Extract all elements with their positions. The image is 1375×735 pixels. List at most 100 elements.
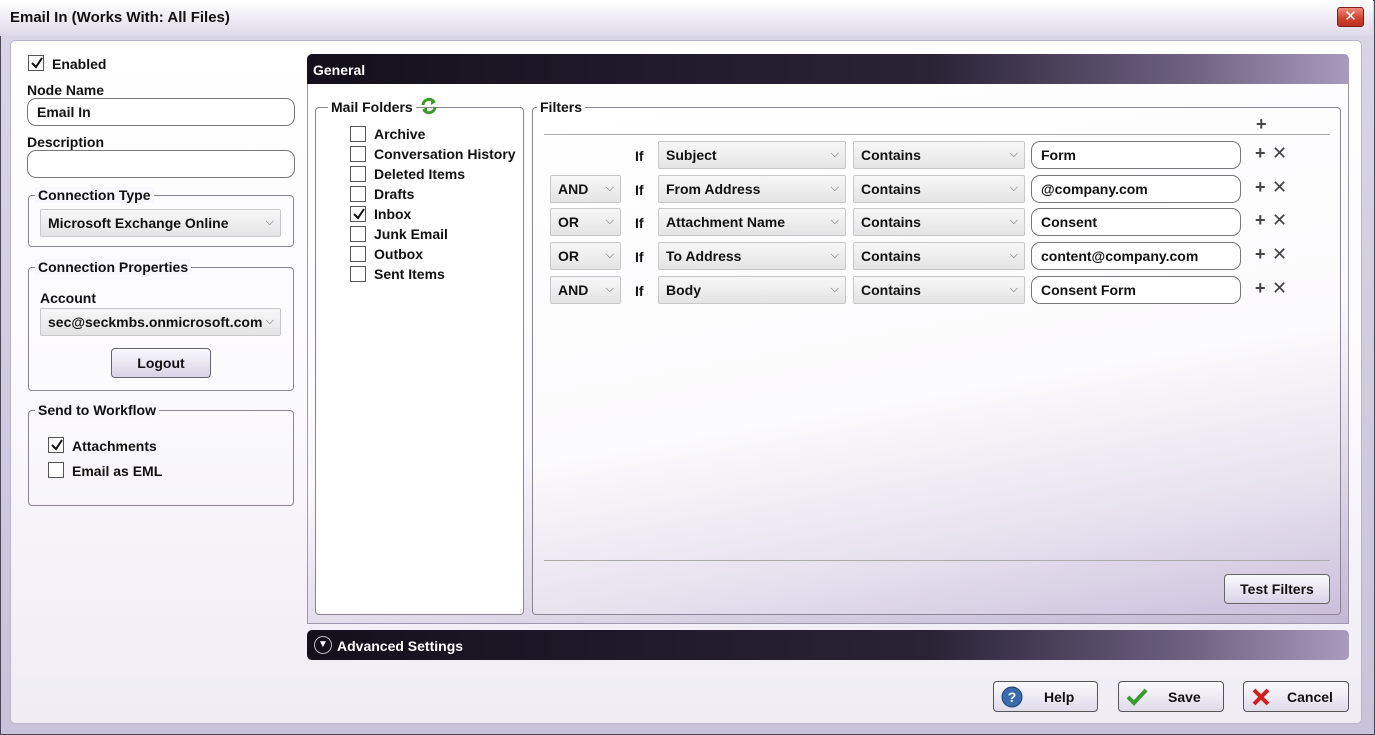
filter-operator-value: Contains	[861, 214, 921, 230]
filter-operator-select[interactable]: Contains ⌵	[853, 141, 1025, 169]
chevron-down-icon: ⌵	[830, 182, 839, 194]
chevron-down-icon: ⌵	[265, 315, 274, 327]
chevron-down-icon: ⌵	[1009, 249, 1018, 261]
send-to-workflow-legend: Send to Workflow	[35, 402, 159, 418]
filter-value-input[interactable]: content@company.com	[1031, 242, 1241, 270]
mail-folders-group: Mail Folders Archive Conversation Histor…	[315, 97, 524, 615]
connection-type-value: Microsoft Exchange Online	[48, 215, 229, 231]
remove-row-icon[interactable]: ✕	[1272, 177, 1287, 198]
logout-button[interactable]: Logout	[111, 348, 211, 378]
remove-row-icon[interactable]: ✕	[1272, 210, 1287, 231]
filter-logic-value: AND	[558, 181, 589, 197]
filter-logic-select[interactable]: AND ⌵	[550, 276, 621, 304]
email-as-eml-checkbox[interactable]	[48, 462, 64, 478]
if-label: If	[635, 249, 644, 265]
filter-field-select[interactable]: From Address ⌵	[658, 175, 846, 203]
folder-checkbox[interactable]	[350, 186, 366, 202]
enabled-checkbox[interactable]	[28, 55, 44, 71]
close-button[interactable]: ✕	[1337, 7, 1364, 27]
filter-operator-value: Contains	[861, 248, 921, 264]
filter-logic-select[interactable]: OR ⌵	[550, 242, 621, 270]
folder-label: Outbox	[374, 246, 423, 262]
filter-field-value: Attachment Name	[666, 214, 786, 230]
add-row-icon[interactable]: +	[1255, 143, 1266, 164]
folder-checkbox[interactable]	[350, 266, 366, 282]
add-row-icon[interactable]: +	[1255, 244, 1266, 265]
window-title: Email In (Works With: All Files)	[10, 9, 230, 26]
description-label: Description	[27, 134, 105, 150]
advanced-settings-title: Advanced Settings	[337, 638, 464, 654]
chevron-down-icon: ⌵	[265, 216, 274, 228]
folder-checkbox[interactable]	[350, 226, 366, 242]
folder-checkbox[interactable]	[350, 166, 366, 182]
refresh-icon[interactable]	[419, 96, 439, 116]
advanced-settings-header[interactable]: ▼ Advanced Settings	[307, 630, 1349, 660]
chevron-down-icon: ⌵	[830, 215, 839, 227]
filter-field-value: Subject	[666, 147, 717, 163]
test-filters-button[interactable]: Test Filters	[1224, 574, 1330, 604]
add-filter-icon[interactable]: +	[1256, 114, 1267, 135]
help-icon: ?	[1001, 686, 1023, 708]
filter-operator-select[interactable]: Contains ⌵	[853, 242, 1025, 270]
add-row-icon[interactable]: +	[1255, 278, 1266, 299]
chevron-down-icon: ⌵	[830, 148, 839, 160]
filter-operator-select[interactable]: Contains ⌵	[853, 208, 1025, 236]
cancel-icon	[1252, 688, 1270, 706]
chevron-down-icon: ⌵	[605, 182, 614, 194]
filter-logic-value: OR	[558, 248, 579, 264]
checkmark-icon	[1126, 688, 1148, 706]
folder-label: Deleted Items	[374, 166, 466, 182]
filter-logic-value: AND	[558, 282, 589, 298]
folder-label: Drafts	[374, 186, 415, 202]
remove-row-icon[interactable]: ✕	[1272, 278, 1287, 299]
folder-checkbox[interactable]	[350, 206, 366, 222]
cancel-button[interactable]: Cancel	[1243, 681, 1349, 712]
if-label: If	[635, 283, 644, 299]
general-header[interactable]: General	[307, 54, 1349, 84]
filter-field-select[interactable]: Body ⌵	[658, 276, 846, 304]
folder-label: Inbox	[374, 206, 412, 222]
filter-operator-select[interactable]: Contains ⌵	[853, 276, 1025, 304]
filter-value-input[interactable]: Form	[1031, 141, 1241, 169]
remove-row-icon[interactable]: ✕	[1272, 244, 1287, 265]
attachments-checkbox[interactable]	[48, 437, 64, 453]
enabled-label: Enabled	[52, 56, 107, 72]
folder-checkbox[interactable]	[350, 246, 366, 262]
node-name-input[interactable]: Email In	[27, 98, 295, 126]
filter-logic-select[interactable]: OR ⌵	[550, 208, 621, 236]
description-input[interactable]	[27, 150, 295, 178]
save-button[interactable]: Save	[1118, 681, 1224, 712]
general-title: General	[313, 62, 366, 78]
chevron-down-icon: ⌵	[1009, 215, 1018, 227]
filter-value-input[interactable]: Consent Form	[1031, 276, 1241, 304]
if-label: If	[635, 182, 644, 198]
help-button[interactable]: ? Help	[993, 681, 1098, 712]
account-select[interactable]: sec@seckmbs.onmicrosoft.com ⌵	[40, 308, 281, 336]
send-to-workflow-group: Send to Workflow	[28, 402, 294, 506]
folder-checkbox[interactable]	[350, 126, 366, 142]
chevron-down-icon: ⌵	[605, 215, 614, 227]
connection-type-select[interactable]: Microsoft Exchange Online ⌵	[40, 209, 281, 237]
if-label: If	[635, 148, 644, 164]
filter-field-select[interactable]: Subject ⌵	[658, 141, 846, 169]
save-label: Save	[1168, 689, 1201, 705]
cancel-label: Cancel	[1287, 689, 1333, 705]
node-name-label: Node Name	[27, 82, 105, 98]
filter-operator-select[interactable]: Contains ⌵	[853, 175, 1025, 203]
folder-checkbox[interactable]	[350, 146, 366, 162]
chevron-down-icon: ⌵	[605, 249, 614, 261]
filter-operator-value: Contains	[861, 282, 921, 298]
chevron-down-icon: ⌵	[605, 283, 614, 295]
folder-label: Sent Items	[374, 266, 445, 282]
filter-field-select[interactable]: Attachment Name ⌵	[658, 208, 846, 236]
add-row-icon[interactable]: +	[1255, 177, 1266, 198]
add-row-icon[interactable]: +	[1255, 210, 1266, 231]
help-label: Help	[1044, 689, 1075, 705]
title-bar: Email In (Works With: All Files) ✕	[0, 0, 1373, 36]
filter-value-input[interactable]: Consent	[1031, 208, 1241, 236]
filter-value-input[interactable]: @company.com	[1031, 175, 1241, 203]
filter-logic-value: OR	[558, 214, 579, 230]
filter-field-select[interactable]: To Address ⌵	[658, 242, 846, 270]
remove-row-icon[interactable]: ✕	[1272, 143, 1287, 164]
filter-logic-select[interactable]: AND ⌵	[550, 175, 621, 203]
